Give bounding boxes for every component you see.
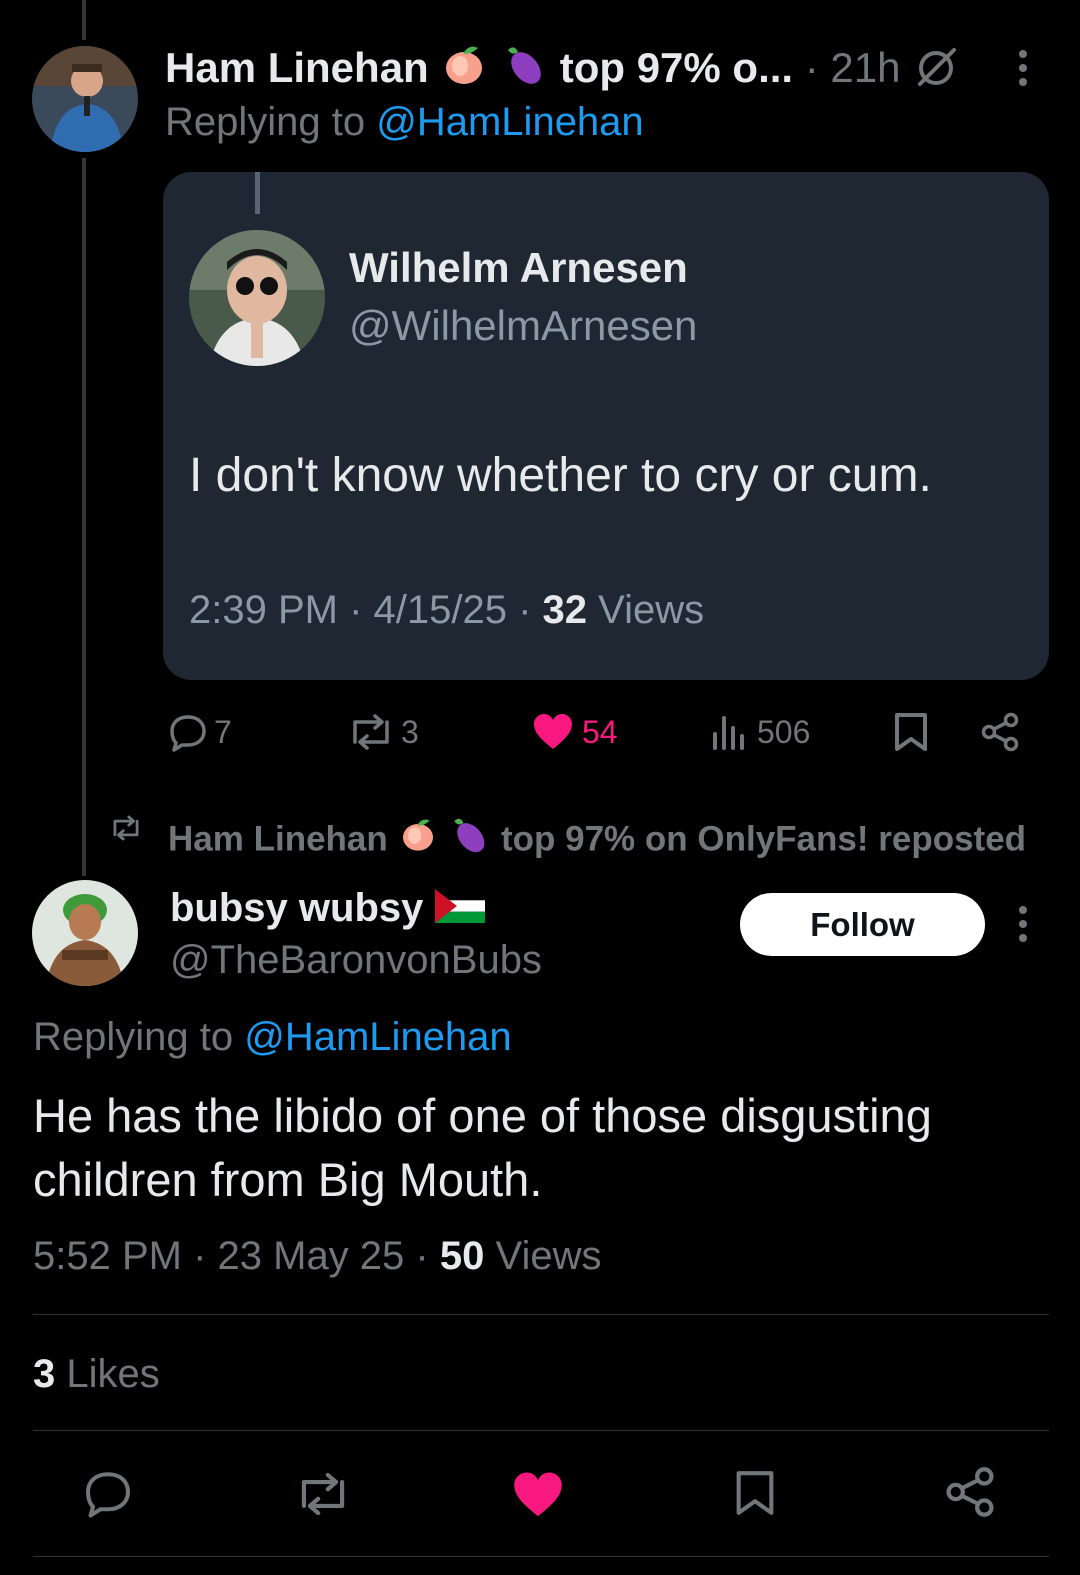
repost-banner[interactable]: Ham Linehan top 97% on OnlyFans! reposte… bbox=[168, 812, 1026, 870]
avatar-ham-linehan[interactable] bbox=[32, 46, 138, 152]
repost-banner-icon bbox=[108, 814, 144, 847]
share-icon bbox=[981, 712, 1019, 752]
eggplant-emoji bbox=[500, 40, 548, 101]
more-icon[interactable] bbox=[1019, 906, 1029, 948]
quote-author-handle: @WilhelmArnesen bbox=[349, 302, 698, 349]
divider-bottom bbox=[33, 1430, 1049, 1431]
thread-line-top bbox=[82, 0, 86, 40]
reply-icon bbox=[170, 715, 206, 752]
repost-icon bbox=[301, 1472, 345, 1516]
main-views-count: 50 bbox=[439, 1234, 485, 1278]
share-button[interactable] bbox=[980, 710, 1020, 754]
follow-button[interactable]: Follow bbox=[740, 893, 985, 956]
thread-line bbox=[82, 158, 86, 876]
peach-emoji bbox=[398, 814, 438, 868]
repost-button[interactable]: 3 bbox=[345, 710, 419, 754]
quote-author-name: Wilhelm Arnesen bbox=[349, 244, 688, 291]
share-icon bbox=[946, 1467, 994, 1517]
quote-card[interactable]: Wilhelm Arnesen @WilhelmArnesen I don't … bbox=[163, 172, 1049, 680]
author-suffix: top 97% o... bbox=[559, 44, 794, 91]
quote-views-count: 32 bbox=[542, 588, 588, 632]
repost-icon bbox=[113, 815, 139, 841]
quote-timestamp: 2:39 PM · 4/15/25 · bbox=[189, 588, 532, 632]
replying-to: Replying to @HamLinehan bbox=[165, 98, 644, 146]
reply-icon bbox=[86, 1472, 130, 1518]
quote-thread-line bbox=[255, 172, 260, 214]
avatar-wilhelm-arnesen bbox=[189, 230, 325, 366]
main-reply-button[interactable] bbox=[82, 1468, 134, 1518]
likes-summary[interactable]: 3 Likes bbox=[33, 1348, 160, 1400]
peach-emoji bbox=[440, 40, 488, 101]
replying-handle-link[interactable]: @HamLinehan bbox=[376, 100, 643, 144]
main-replying-handle-link[interactable]: @HamLinehan bbox=[244, 1015, 511, 1059]
quote-views-label: Views bbox=[598, 588, 705, 632]
like-count: 54 bbox=[582, 713, 618, 750]
repost-icon bbox=[353, 714, 389, 750]
views-icon bbox=[713, 716, 744, 750]
top-reply-header: Ham Linehan top 97% o... · 21h bbox=[165, 40, 901, 95]
main-replying-to: Replying to @HamLinehan bbox=[33, 1012, 512, 1062]
repost-banner-name: Ham Linehan bbox=[168, 819, 388, 859]
main-post-text-line1: He has the libido of one of those disgus… bbox=[33, 1089, 932, 1142]
reply-count: 7 bbox=[214, 713, 232, 750]
repost-count: 3 bbox=[401, 713, 419, 750]
main-timestamp[interactable]: 5:52 PM · 23 May 25 · bbox=[33, 1234, 429, 1278]
main-author-handle[interactable]: @TheBaronvonBubs bbox=[170, 934, 542, 986]
heart-icon bbox=[534, 714, 572, 749]
palestine-flag-icon bbox=[434, 884, 485, 936]
repost-banner-suffix: top 97% on OnlyFans! reposted bbox=[500, 819, 1027, 859]
likes-label: Likes bbox=[66, 1352, 160, 1396]
main-author-name[interactable]: bubsy wubsy bbox=[170, 886, 423, 930]
reply-button[interactable]: 7 bbox=[168, 710, 232, 754]
bookmark-icon bbox=[736, 1471, 774, 1515]
views-button[interactable]: 506 bbox=[709, 710, 810, 754]
heart-icon bbox=[514, 1472, 562, 1517]
main-bookmark-button[interactable] bbox=[734, 1466, 776, 1520]
likes-count: 3 bbox=[33, 1352, 56, 1396]
main-like-button[interactable] bbox=[511, 1470, 565, 1520]
main-post-meta: 5:52 PM · 23 May 25 · 50 Views bbox=[33, 1230, 601, 1282]
like-button[interactable]: 54 bbox=[532, 710, 618, 754]
main-replying-prefix: Replying to bbox=[33, 1015, 234, 1059]
divider-footer bbox=[33, 1556, 1049, 1557]
eggplant-emoji bbox=[447, 812, 491, 870]
main-repost-button[interactable] bbox=[292, 1470, 354, 1518]
main-post-text: He has the libido of one of those disgus… bbox=[33, 1084, 932, 1212]
quote-meta: 2:39 PM · 4/15/25 · 32 Views bbox=[189, 584, 704, 636]
main-author-row: bubsy wubsy bbox=[170, 882, 485, 936]
quote-text: I don't know whether to cry or cum. bbox=[189, 449, 932, 502]
bookmark-icon bbox=[895, 713, 927, 751]
replying-prefix: Replying to bbox=[165, 100, 366, 144]
views-count: 506 bbox=[757, 713, 811, 750]
main-post-text-line2: children from Big Mouth. bbox=[33, 1153, 543, 1206]
post-time[interactable]: · 21h bbox=[805, 44, 901, 91]
bookmark-button[interactable] bbox=[893, 710, 929, 754]
divider-top bbox=[33, 1314, 1049, 1315]
more-icon[interactable] bbox=[1019, 50, 1029, 92]
grok-icon[interactable] bbox=[912, 44, 960, 92]
avatar-bubsy-wubsy[interactable] bbox=[32, 880, 138, 986]
author-name[interactable]: Ham Linehan bbox=[165, 44, 429, 91]
main-views-label: Views bbox=[495, 1234, 602, 1278]
main-share-button[interactable] bbox=[944, 1466, 996, 1518]
